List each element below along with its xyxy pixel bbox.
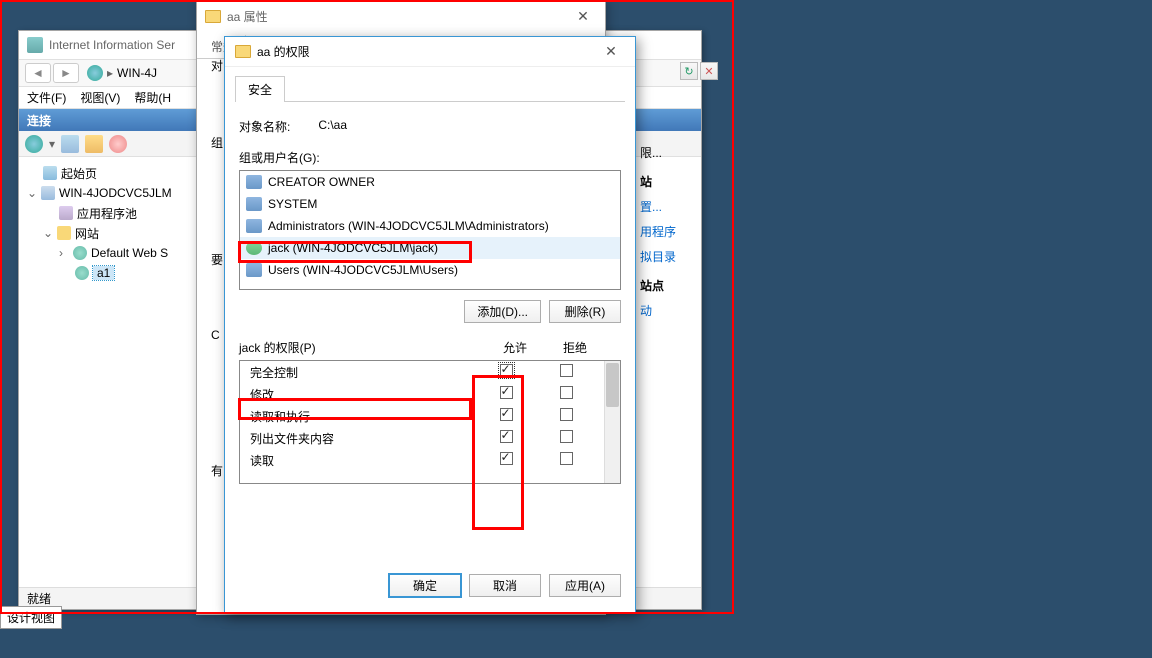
add-button[interactable]: 添加(D)... xyxy=(464,300,541,323)
remove-button[interactable]: 删除(R) xyxy=(549,300,621,323)
perm-row: 完全控制 xyxy=(240,361,620,383)
sites-icon xyxy=(57,226,71,240)
action-settings[interactable]: 置... xyxy=(640,194,700,219)
user-icon xyxy=(246,241,262,255)
permissions-window: aa 的权限 ✕ 安全 对象名称: C:\aa 组或用户名(G): CREATO… xyxy=(224,36,636,614)
action-vdir[interactable]: 拟目录 xyxy=(640,244,700,269)
group-icon xyxy=(246,219,262,233)
properties-titlebar: aa 属性 ✕ xyxy=(197,1,605,31)
action-limit[interactable]: 限... xyxy=(640,140,700,165)
menu-view[interactable]: 视图(V) xyxy=(80,89,120,106)
deny-checkbox[interactable] xyxy=(560,452,573,465)
stop-icon[interactable] xyxy=(109,135,127,153)
permissions-titlebar: aa 的权限 ✕ xyxy=(225,37,635,67)
cancel-button[interactable]: 取消 xyxy=(469,574,541,597)
col-deny: 拒绝 xyxy=(545,339,605,356)
action-site: 站 xyxy=(640,165,700,194)
twist-icon[interactable]: ⌄ xyxy=(27,186,37,200)
allow-checkbox[interactable] xyxy=(500,386,513,399)
action-start[interactable]: 动 xyxy=(640,298,700,323)
save-icon[interactable] xyxy=(61,135,79,153)
apply-button[interactable]: 应用(A) xyxy=(549,574,621,597)
group-icon xyxy=(246,263,262,277)
tab-security[interactable]: 安全 xyxy=(235,76,285,102)
deny-checkbox[interactable] xyxy=(560,386,573,399)
list-item: CREATOR OWNER xyxy=(240,171,620,193)
deny-checkbox[interactable] xyxy=(560,408,573,421)
list-item: Administrators (WIN-4JODCVC5JLM\Administ… xyxy=(240,215,620,237)
perm-row: 读取 xyxy=(240,449,620,471)
folder-icon[interactable] xyxy=(85,135,103,153)
iis-icon xyxy=(27,37,43,53)
globe-icon xyxy=(87,65,103,81)
perm-row-cut xyxy=(240,471,620,483)
properties-body-edge: 对 组 要 C 有 xyxy=(211,57,223,479)
site-icon xyxy=(75,266,89,280)
folder-icon xyxy=(235,45,251,58)
col-allow: 允许 xyxy=(485,339,545,356)
refresh-button[interactable]: ↻ xyxy=(680,62,698,80)
permissions-tabs: 安全 xyxy=(225,75,635,101)
stop-button[interactable]: ✕ xyxy=(700,62,718,80)
menu-file[interactable]: 文件(F) xyxy=(27,89,66,106)
scrollbar[interactable] xyxy=(604,361,620,483)
allow-checkbox[interactable] xyxy=(500,430,513,443)
menu-help[interactable]: 帮助(H xyxy=(134,89,171,106)
scrollbar-thumb[interactable] xyxy=(606,363,619,407)
list-item-selected: jack (WIN-4JODCVC5JLM\jack) xyxy=(240,237,620,259)
object-name-value: C:\aa xyxy=(318,118,347,135)
dropdown-arrow-icon[interactable]: ▾ xyxy=(49,137,55,151)
perm-row: 列出文件夹内容 xyxy=(240,427,620,449)
list-item: SYSTEM xyxy=(240,193,620,215)
properties-title: aa 属性 xyxy=(227,8,268,25)
site-icon xyxy=(73,246,87,260)
breadcrumb-sep: ▸ xyxy=(107,66,113,80)
twist-icon[interactable]: › xyxy=(59,246,69,260)
home-icon xyxy=(43,166,57,180)
group-icon xyxy=(246,197,262,211)
list-item: Users (WIN-4JODCVC5JLM\Users) xyxy=(240,259,620,281)
ok-button[interactable]: 确定 xyxy=(389,574,461,597)
action-apps[interactable]: 用程序 xyxy=(640,219,700,244)
object-name-label: 对象名称: xyxy=(239,118,290,135)
allow-checkbox[interactable] xyxy=(500,408,513,421)
action-site2: 站点 xyxy=(640,269,700,298)
permissions-title: aa 的权限 xyxy=(257,43,310,60)
deny-checkbox[interactable] xyxy=(560,430,573,443)
nav-back-button[interactable]: ◄ xyxy=(25,63,51,83)
breadcrumb[interactable]: WIN-4J xyxy=(117,66,157,80)
allow-checkbox[interactable] xyxy=(500,452,513,465)
group-icon xyxy=(246,175,262,189)
close-button[interactable]: ✕ xyxy=(597,42,625,62)
apppool-icon xyxy=(59,206,73,220)
deny-checkbox[interactable] xyxy=(560,364,573,377)
allow-checkbox[interactable] xyxy=(500,364,513,377)
close-button[interactable]: ✕ xyxy=(569,6,597,26)
server-icon xyxy=(41,186,55,200)
users-listbox[interactable]: CREATOR OWNER SYSTEM Administrators (WIN… xyxy=(239,170,621,290)
permissions-body: 对象名称: C:\aa 组或用户名(G): CREATOR OWNER SYST… xyxy=(235,101,625,488)
twist-icon[interactable]: ⌄ xyxy=(43,226,53,240)
dialog-buttons: 确定 取消 应用(A) xyxy=(227,566,633,605)
permissions-for-label: jack 的权限(P) xyxy=(239,339,485,356)
permissions-table: 完全控制 修改 读取和执行 列出文件夹内容 读取 xyxy=(239,360,621,484)
permissions-header: jack 的权限(P) 允许 拒绝 xyxy=(239,339,621,356)
connect-icon[interactable] xyxy=(25,135,43,153)
group-users-label: 组或用户名(G): xyxy=(239,149,621,166)
nav-forward-button[interactable]: ► xyxy=(53,63,79,83)
actions-panel: 限... 站 置... 用程序 拟目录 站点 动 xyxy=(640,140,700,323)
design-view-label: 设计视图 xyxy=(0,606,62,629)
window-title: Internet Information Ser xyxy=(49,38,175,52)
perm-row: 修改 xyxy=(240,383,620,405)
perm-row: 读取和执行 xyxy=(240,405,620,427)
folder-icon xyxy=(205,10,221,23)
refresh-box: ↻ ✕ xyxy=(680,62,718,80)
